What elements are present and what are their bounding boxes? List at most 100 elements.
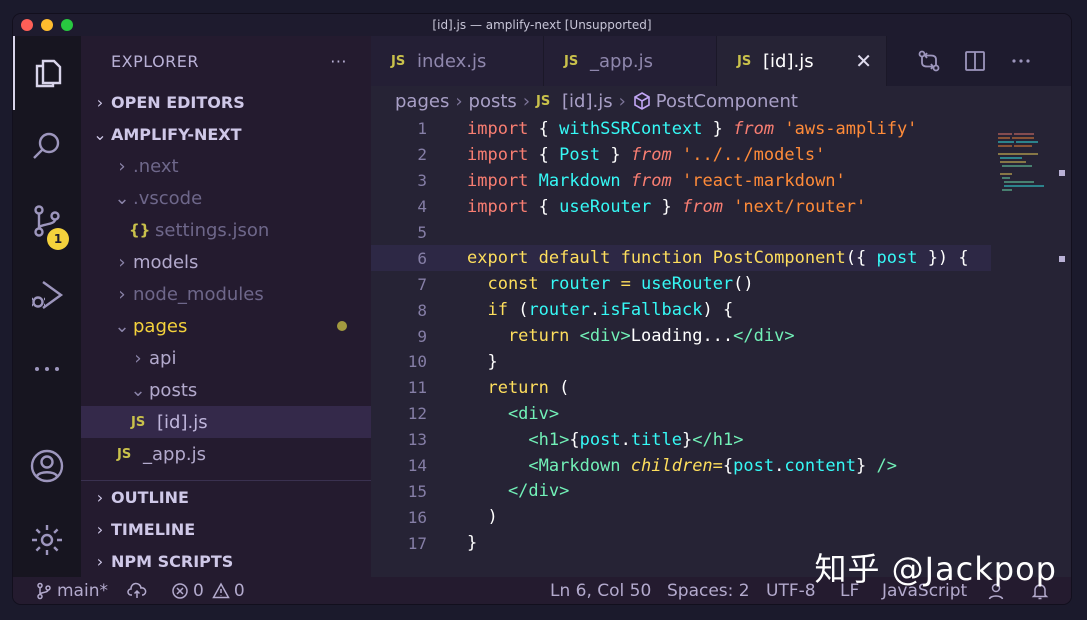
line-number: 1 [417,119,427,139]
tree-item-app-js[interactable]: JS _app.js [81,438,371,470]
cloud-upload-icon [127,582,147,598]
run-debug-activity[interactable] [13,258,81,332]
ellipsis-icon [35,367,59,371]
line-number: 7 [417,274,427,294]
minimize-window-button[interactable] [41,19,53,31]
line-number: 4 [417,197,427,217]
chevron-right-icon: › [455,90,463,112]
tree-item-posts[interactable]: ⌄ posts [81,374,371,406]
explorer-sidebar: EXPLORER ··· › OPEN EDITORS ⌄ AMPLIFY-NE… [81,36,371,577]
source-control-activity[interactable]: 1 [13,184,81,258]
tab-app-js[interactable]: JS _app.js [544,36,717,86]
breadcrumb-posts[interactable]: posts [469,91,517,112]
js-file-icon: JS [117,446,132,462]
branch-status[interactable]: main* [35,581,108,601]
more-actions-icon[interactable] [1009,49,1033,73]
tree-item-label: models [133,251,199,273]
js-file-icon: JS [131,414,146,430]
minimap[interactable] [996,132,1056,222]
code-line: 15 </div> [371,478,991,504]
code-line: 1 import { withSSRContext } from 'aws-amp… [371,116,991,142]
indentation-status[interactable]: Spaces: 2 [667,581,750,601]
code-line: 16 ) [371,504,991,530]
chevron-right-icon: › [118,251,126,273]
scrollbar-marker [1059,170,1065,176]
tab-label: index.js [417,50,487,72]
tree-item-node-modules[interactable]: › node_modules [81,278,371,310]
sidebar-bottom-panels: › OUTLINE › TIMELINE › NPM SCRIPTS [81,480,371,577]
close-icon[interactable]: ✕ [855,49,872,73]
code-line: 5 [371,220,991,246]
tree-item-label: .vscode [133,187,203,209]
cursor-position[interactable]: Ln 6, Col 50 [550,581,651,601]
encoding-status[interactable]: UTF-8 [766,581,816,601]
split-editor-icon[interactable] [963,49,987,73]
modified-dot [337,321,347,331]
sync-status[interactable] [127,582,147,600]
scm-badge: 1 [47,228,69,250]
line-number: 15 [407,481,427,501]
breadcrumb-symbol[interactable]: PostComponent [656,91,798,112]
chevron-right-icon: › [618,90,626,112]
line-number: 11 [407,378,427,398]
search-activity[interactable] [13,110,81,184]
code-line: 8 if (router.isFallback) { [371,297,991,323]
code-line: 2 import { Post } from '../../models' [371,142,991,168]
warning-icon [212,581,230,598]
settings-activity[interactable] [13,503,81,577]
tab-index-js[interactable]: JS index.js [371,36,544,86]
scrollbar-marker [1059,256,1065,262]
tree-item-pages[interactable]: ⌄ pages [81,310,371,342]
tree-item-next[interactable]: › .next [81,150,371,182]
npm-scripts-section[interactable]: › NPM SCRIPTS [81,545,371,577]
open-editors-section[interactable]: › OPEN EDITORS [81,86,371,118]
tree-item-api[interactable]: › api [81,342,371,374]
chevron-right-icon: › [522,90,531,112]
chevron-right-icon: › [96,519,104,539]
line-number: 14 [407,456,427,476]
code-editor[interactable]: 1 import { withSSRContext } from 'aws-amp… [371,116,991,556]
line-number: 3 [417,171,427,191]
project-section[interactable]: ⌄ AMPLIFY-NEXT [81,118,371,150]
editor-tabs: JS index.js JS _app.js JS [id].js ✕ [371,36,1071,86]
tab-id-js[interactable]: JS [id].js ✕ [717,36,887,86]
line-number: 13 [407,430,427,450]
explorer-more-button[interactable]: ··· [330,52,347,71]
code-line-current: 6 export default function PostComponent({… [371,245,991,272]
line-number: 12 [407,404,427,424]
chevron-right-icon: › [134,347,142,369]
tree-item-vscode[interactable]: ⌄ .vscode [81,182,371,214]
explorer-activity[interactable] [13,36,81,110]
line-number: 5 [417,223,427,242]
window-title: [id].js — amplify-next [Unsupported] [432,18,652,32]
tree-item-label: posts [149,379,198,401]
timeline-section[interactable]: › TIMELINE [81,513,371,545]
symbol-method-icon [633,92,650,110]
chevron-down-icon: ⌄ [114,187,130,209]
chevron-right-icon: › [118,283,126,305]
files-icon [35,59,62,88]
breadcrumb-file[interactable]: [id].js [562,91,613,112]
activity-bottom [13,429,81,577]
section-label: AMPLIFY-NEXT [111,124,242,144]
zoom-window-button[interactable] [61,19,73,31]
more-activity[interactable] [13,332,81,406]
code-line: 9 return <div>Loading...</div> [371,323,991,349]
watermark: 知乎 @Jackpop [814,550,1057,588]
branch-name: main* [57,580,108,601]
chevron-down-icon: ⌄ [114,315,130,337]
tree-item-settings-json[interactable]: {} settings.json [81,214,371,246]
breadcrumb-pages[interactable]: pages [395,91,449,112]
close-window-button[interactable] [21,19,33,31]
outline-section[interactable]: › OUTLINE [81,481,371,513]
tree-item-label: pages [133,315,188,337]
compare-changes-icon[interactable] [917,49,941,73]
code-line: 10 } [371,349,991,375]
window-controls [21,19,73,31]
tree-item-id-js[interactable]: JS [id].js [81,406,371,438]
problems-status[interactable]: 0 0 [171,581,245,601]
chevron-right-icon: › [96,551,104,571]
code-line: 11 return ( [371,375,991,401]
tree-item-models[interactable]: › models [81,246,371,278]
accounts-activity[interactable] [13,429,81,503]
